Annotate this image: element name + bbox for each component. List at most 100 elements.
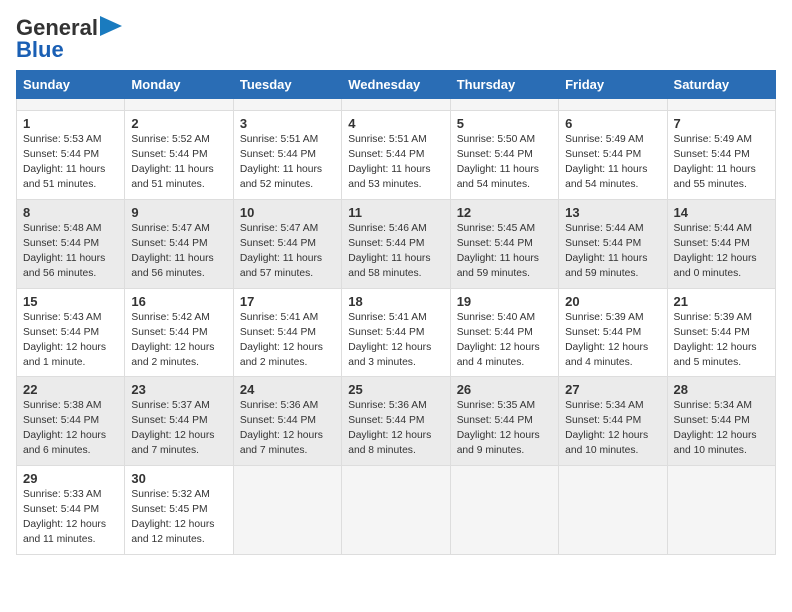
calendar-day-cell: 26Sunrise: 5:35 AM Sunset: 5:44 PM Dayli… bbox=[450, 377, 558, 466]
day-info: Sunrise: 5:33 AM Sunset: 5:44 PM Dayligh… bbox=[23, 488, 118, 548]
day-number: 2 bbox=[131, 116, 226, 131]
day-info: Sunrise: 5:49 AM Sunset: 5:44 PM Dayligh… bbox=[565, 133, 660, 193]
calendar-day-cell: 28Sunrise: 5:34 AM Sunset: 5:44 PM Dayli… bbox=[667, 377, 775, 466]
day-info: Sunrise: 5:48 AM Sunset: 5:44 PM Dayligh… bbox=[23, 222, 118, 282]
day-info: Sunrise: 5:39 AM Sunset: 5:44 PM Dayligh… bbox=[674, 311, 769, 371]
calendar-day-cell bbox=[559, 466, 667, 555]
day-info: Sunrise: 5:45 AM Sunset: 5:44 PM Dayligh… bbox=[457, 222, 552, 282]
calendar-day-cell: 15 Sunrise: 5:43 AM Sunset: 5:44 PM Dayli… bbox=[17, 288, 125, 377]
day-number: 15 bbox=[23, 294, 118, 309]
day-number: 14 bbox=[674, 205, 769, 220]
page-header: General Blue bbox=[16, 16, 776, 62]
calendar-week-row: 15 Sunrise: 5:43 AM Sunset: 5:44 PM Dayli… bbox=[17, 288, 776, 377]
day-info: Sunrise: 5:50 AM Sunset: 5:44 PM Dayligh… bbox=[457, 133, 552, 193]
calendar-day-cell: 7Sunrise: 5:49 AM Sunset: 5:44 PM Daylig… bbox=[667, 111, 775, 200]
calendar-day-cell: 13Sunrise: 5:44 AM Sunset: 5:44 PM Dayli… bbox=[559, 200, 667, 289]
calendar-day-cell: 5 Sunrise: 5:50 AM Sunset: 5:44 PM Daylig… bbox=[450, 111, 558, 200]
day-number: 13 bbox=[565, 205, 660, 220]
day-info: Sunrise: 5:41 AM Sunset: 5:44 PM Dayligh… bbox=[240, 311, 335, 371]
day-info: Sunrise: 5:34 AM Sunset: 5:44 PM Dayligh… bbox=[565, 399, 660, 459]
day-number: 23 bbox=[131, 382, 226, 397]
day-info: Sunrise: 5:39 AM Sunset: 5:44 PM Dayligh… bbox=[565, 311, 660, 371]
calendar-day-cell: 10 Sunrise: 5:47 AM Sunset: 5:44 PM Dayli… bbox=[233, 200, 341, 289]
day-info: Sunrise: 5:36 AM Sunset: 5:44 PM Dayligh… bbox=[240, 399, 335, 459]
day-number: 6 bbox=[565, 116, 660, 131]
day-number: 30 bbox=[131, 471, 226, 486]
calendar-day-cell: 2Sunrise: 5:52 AM Sunset: 5:44 PM Daylig… bbox=[125, 111, 233, 200]
day-number: 28 bbox=[674, 382, 769, 397]
day-number: 16 bbox=[131, 294, 226, 309]
calendar-day-cell: 11 Sunrise: 5:46 AM Sunset: 5:44 PM Dayli… bbox=[342, 200, 450, 289]
day-info: Sunrise: 5:46 AM Sunset: 5:44 PM Dayligh… bbox=[348, 222, 443, 282]
day-number: 20 bbox=[565, 294, 660, 309]
calendar-day-cell: 29Sunrise: 5:33 AM Sunset: 5:44 PM Dayli… bbox=[17, 466, 125, 555]
calendar-day-cell: 24 Sunrise: 5:36 AM Sunset: 5:44 PM Dayli… bbox=[233, 377, 341, 466]
day-info: Sunrise: 5:32 AM Sunset: 5:45 PM Dayligh… bbox=[131, 488, 226, 548]
weekday-header-sunday: Sunday bbox=[17, 71, 125, 99]
day-info: Sunrise: 5:36 AM Sunset: 5:44 PM Dayligh… bbox=[348, 399, 443, 459]
logo: General Blue bbox=[16, 16, 122, 62]
calendar-day-cell: 6 Sunrise: 5:49 AM Sunset: 5:44 PM Daylig… bbox=[559, 111, 667, 200]
logo-arrow-icon bbox=[100, 16, 122, 36]
day-number: 18 bbox=[348, 294, 443, 309]
day-info: Sunrise: 5:43 AM Sunset: 5:44 PM Dayligh… bbox=[23, 311, 118, 371]
calendar-day-cell bbox=[233, 99, 341, 111]
calendar-day-cell bbox=[450, 466, 558, 555]
day-number: 25 bbox=[348, 382, 443, 397]
calendar-day-cell: 22Sunrise: 5:38 AM Sunset: 5:44 PM Dayli… bbox=[17, 377, 125, 466]
day-info: Sunrise: 5:47 AM Sunset: 5:44 PM Dayligh… bbox=[240, 222, 335, 282]
calendar-day-cell: 17 Sunrise: 5:41 AM Sunset: 5:44 PM Dayli… bbox=[233, 288, 341, 377]
calendar-week-row: 1Sunrise: 5:53 AM Sunset: 5:44 PM Daylig… bbox=[17, 111, 776, 200]
weekday-header-friday: Friday bbox=[559, 71, 667, 99]
day-number: 26 bbox=[457, 382, 552, 397]
calendar-day-cell bbox=[667, 99, 775, 111]
day-number: 8 bbox=[23, 205, 118, 220]
calendar-week-row: 29Sunrise: 5:33 AM Sunset: 5:44 PM Dayli… bbox=[17, 466, 776, 555]
logo-blue-text: Blue bbox=[16, 38, 64, 62]
calendar-day-cell: 18 Sunrise: 5:41 AM Sunset: 5:44 PM Dayli… bbox=[342, 288, 450, 377]
day-number: 9 bbox=[131, 205, 226, 220]
day-number: 24 bbox=[240, 382, 335, 397]
day-info: Sunrise: 5:40 AM Sunset: 5:44 PM Dayligh… bbox=[457, 311, 552, 371]
weekday-header-thursday: Thursday bbox=[450, 71, 558, 99]
day-number: 3 bbox=[240, 116, 335, 131]
calendar-day-cell: 1Sunrise: 5:53 AM Sunset: 5:44 PM Daylig… bbox=[17, 111, 125, 200]
calendar-day-cell: 9 Sunrise: 5:47 AM Sunset: 5:44 PM Daylig… bbox=[125, 200, 233, 289]
calendar-day-cell: 30 Sunrise: 5:32 AM Sunset: 5:45 PM Dayli… bbox=[125, 466, 233, 555]
calendar-day-cell bbox=[342, 99, 450, 111]
day-number: 27 bbox=[565, 382, 660, 397]
day-number: 19 bbox=[457, 294, 552, 309]
day-number: 17 bbox=[240, 294, 335, 309]
weekday-header-saturday: Saturday bbox=[667, 71, 775, 99]
day-number: 5 bbox=[457, 116, 552, 131]
weekday-header-wednesday: Wednesday bbox=[342, 71, 450, 99]
day-number: 1 bbox=[23, 116, 118, 131]
calendar-day-cell bbox=[125, 99, 233, 111]
day-info: Sunrise: 5:42 AM Sunset: 5:44 PM Dayligh… bbox=[131, 311, 226, 371]
calendar-week-row: 22Sunrise: 5:38 AM Sunset: 5:44 PM Dayli… bbox=[17, 377, 776, 466]
calendar-day-cell: 3Sunrise: 5:51 AM Sunset: 5:44 PM Daylig… bbox=[233, 111, 341, 200]
day-info: Sunrise: 5:51 AM Sunset: 5:44 PM Dayligh… bbox=[348, 133, 443, 193]
calendar-day-cell bbox=[559, 99, 667, 111]
calendar-week-row bbox=[17, 99, 776, 111]
calendar-day-cell: 19 Sunrise: 5:40 AM Sunset: 5:44 PM Dayli… bbox=[450, 288, 558, 377]
weekday-header-tuesday: Tuesday bbox=[233, 71, 341, 99]
day-number: 4 bbox=[348, 116, 443, 131]
day-number: 11 bbox=[348, 205, 443, 220]
day-info: Sunrise: 5:41 AM Sunset: 5:44 PM Dayligh… bbox=[348, 311, 443, 371]
calendar-day-cell: 25 Sunrise: 5:36 AM Sunset: 5:44 PM Dayli… bbox=[342, 377, 450, 466]
calendar-day-cell: 14Sunrise: 5:44 AM Sunset: 5:44 PM Dayli… bbox=[667, 200, 775, 289]
calendar-day-cell bbox=[450, 99, 558, 111]
day-number: 12 bbox=[457, 205, 552, 220]
day-info: Sunrise: 5:37 AM Sunset: 5:44 PM Dayligh… bbox=[131, 399, 226, 459]
calendar-header-row: SundayMondayTuesdayWednesdayThursdayFrid… bbox=[17, 71, 776, 99]
day-number: 7 bbox=[674, 116, 769, 131]
calendar-day-cell: 21 Sunrise: 5:39 AM Sunset: 5:44 PM Dayli… bbox=[667, 288, 775, 377]
day-info: Sunrise: 5:47 AM Sunset: 5:44 PM Dayligh… bbox=[131, 222, 226, 282]
day-number: 10 bbox=[240, 205, 335, 220]
day-number: 21 bbox=[674, 294, 769, 309]
calendar-day-cell: 16 Sunrise: 5:42 AM Sunset: 5:44 PM Dayli… bbox=[125, 288, 233, 377]
calendar-day-cell: 8 Sunrise: 5:48 AM Sunset: 5:44 PM Daylig… bbox=[17, 200, 125, 289]
day-number: 22 bbox=[23, 382, 118, 397]
calendar-day-cell bbox=[233, 466, 341, 555]
